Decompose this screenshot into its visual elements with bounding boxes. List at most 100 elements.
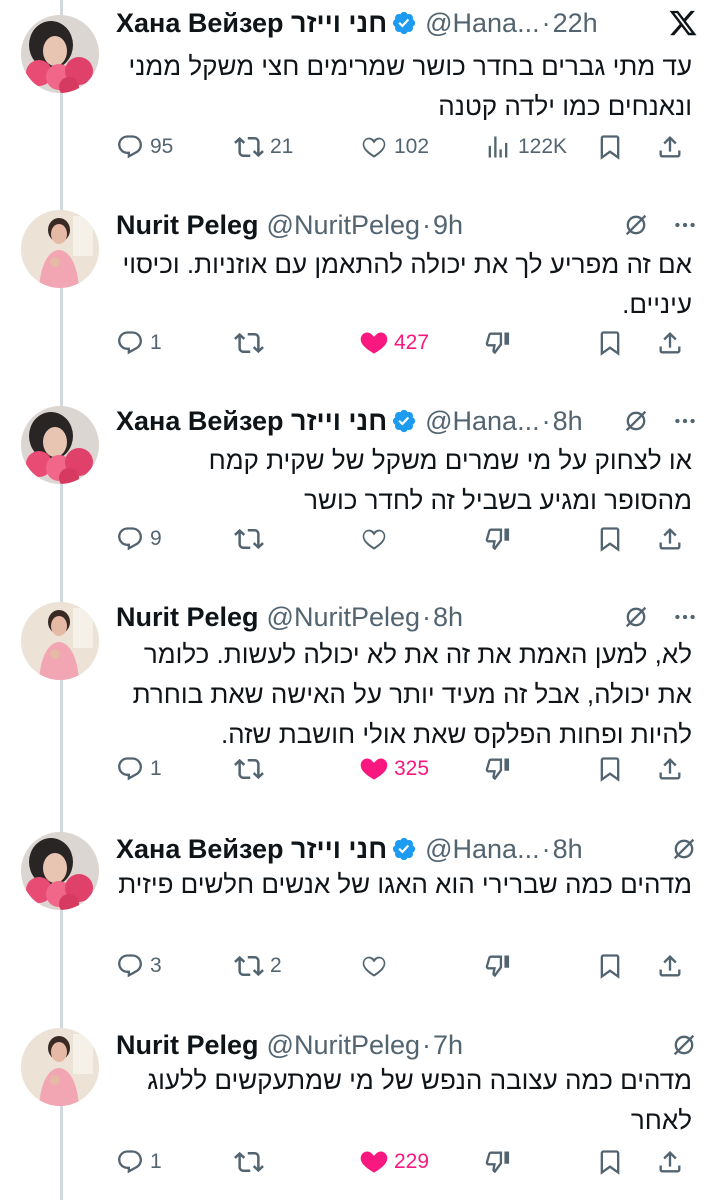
share-icon bbox=[659, 332, 681, 354]
reply-count: 3 bbox=[150, 954, 162, 977]
like-button[interactable] bbox=[360, 519, 394, 559]
share-icon bbox=[659, 758, 681, 780]
repost-button[interactable]: 2 bbox=[234, 946, 282, 986]
share-icon bbox=[659, 1151, 681, 1173]
repost-button[interactable] bbox=[234, 749, 270, 789]
author-handle[interactable]: @NuritPeleg bbox=[267, 1030, 420, 1061]
more-icon[interactable] bbox=[672, 212, 698, 238]
timestamp[interactable]: 8h bbox=[553, 834, 583, 865]
share-button[interactable] bbox=[656, 1142, 684, 1182]
avatar[interactable] bbox=[21, 15, 99, 93]
like-button[interactable] bbox=[360, 946, 394, 986]
reply-button[interactable]: 3 bbox=[116, 946, 162, 986]
reply-button[interactable]: 1 bbox=[116, 323, 162, 363]
like-button[interactable]: 229 bbox=[360, 1142, 429, 1182]
tweet-header: Nurit Peleg @NuritPeleg · 9h bbox=[116, 208, 698, 242]
author-handle[interactable]: @Hana... bbox=[425, 406, 539, 437]
reply-count: 1 bbox=[150, 1150, 162, 1173]
repost-button[interactable] bbox=[234, 1142, 270, 1182]
verified-badge-icon bbox=[391, 408, 417, 434]
bookmark-button[interactable] bbox=[596, 519, 624, 559]
reply-button[interactable]: 1 bbox=[116, 749, 162, 789]
author-handle[interactable]: @Hana... bbox=[425, 834, 539, 865]
share-button[interactable] bbox=[656, 946, 684, 986]
reply-button[interactable]: 95 bbox=[116, 127, 173, 167]
share-icon bbox=[659, 955, 681, 977]
share-button[interactable] bbox=[656, 323, 684, 363]
reply-button[interactable]: 9 bbox=[116, 519, 162, 559]
timestamp[interactable]: 8h bbox=[433, 602, 463, 633]
like-button[interactable]: 325 bbox=[360, 749, 429, 789]
bookmark-button[interactable] bbox=[596, 1142, 624, 1182]
separator: · bbox=[541, 405, 551, 436]
author-name[interactable]: Хана Вейзер חני וייזר bbox=[116, 406, 387, 437]
bookmark-button[interactable] bbox=[596, 127, 624, 167]
bookmark-button[interactable] bbox=[596, 323, 624, 363]
timestamp[interactable]: 8h bbox=[553, 406, 583, 437]
author-handle[interactable]: @NuritPeleg bbox=[267, 602, 420, 633]
separator: · bbox=[422, 601, 432, 632]
share-button[interactable] bbox=[656, 519, 684, 559]
views-button[interactable]: 122K bbox=[484, 127, 567, 167]
repost-icon bbox=[234, 528, 264, 550]
avatar[interactable] bbox=[21, 602, 99, 680]
reply-icon bbox=[118, 527, 142, 551]
reply-button[interactable]: 1 bbox=[116, 1142, 162, 1182]
grok-icon[interactable] bbox=[670, 835, 698, 863]
more-icon[interactable] bbox=[672, 408, 698, 434]
avatar[interactable] bbox=[21, 1028, 99, 1106]
tweet-header: Хана Вейзер חני וייזר @Hana... · 8h bbox=[116, 404, 698, 438]
like-count: 325 bbox=[394, 757, 430, 780]
grok-icon[interactable] bbox=[622, 407, 650, 435]
repost-button[interactable]: 21 bbox=[234, 127, 293, 167]
share-icon bbox=[659, 528, 681, 550]
grok-icon[interactable] bbox=[670, 1031, 698, 1059]
like-icon-filled bbox=[360, 758, 388, 780]
bookmark-button[interactable] bbox=[596, 749, 624, 789]
grok-icon[interactable] bbox=[622, 603, 650, 631]
repost-button[interactable] bbox=[234, 519, 270, 559]
avatar[interactable] bbox=[21, 832, 99, 910]
dislike-button[interactable] bbox=[484, 323, 512, 363]
avatar[interactable] bbox=[21, 406, 99, 484]
grok-icon[interactable] bbox=[622, 211, 650, 239]
author-name[interactable]: Nurit Peleg bbox=[116, 602, 259, 633]
repost-icon bbox=[234, 332, 264, 354]
repost-icon bbox=[234, 136, 264, 158]
like-button[interactable]: 102 bbox=[360, 127, 429, 167]
author-name[interactable]: Хана Вейзер חני וייזר bbox=[116, 834, 387, 865]
author-name[interactable]: Nurit Peleg bbox=[116, 210, 259, 241]
timestamp[interactable]: 7h bbox=[433, 1030, 463, 1061]
more-icon[interactable] bbox=[672, 604, 698, 630]
x-logo-icon[interactable] bbox=[668, 8, 698, 38]
share-button[interactable] bbox=[656, 127, 684, 167]
author-handle[interactable]: @Hana... bbox=[425, 8, 539, 39]
dislike-icon bbox=[485, 955, 510, 978]
timestamp[interactable]: 22h bbox=[553, 8, 598, 39]
author-name[interactable]: Nurit Peleg bbox=[116, 1030, 259, 1061]
author-handle[interactable]: @NuritPeleg bbox=[267, 210, 420, 241]
like-icon bbox=[362, 956, 386, 977]
timestamp[interactable]: 9h bbox=[433, 210, 463, 241]
tweet-header: Хана Вейзер חני וייזר @Hana... · 22h bbox=[116, 6, 698, 40]
reply-icon bbox=[118, 757, 142, 781]
bookmark-button[interactable] bbox=[596, 946, 624, 986]
author-name[interactable]: Хана Вейзер חני וייזר bbox=[116, 8, 387, 39]
dislike-button[interactable] bbox=[484, 749, 512, 789]
repost-button[interactable] bbox=[234, 323, 270, 363]
repost-icon bbox=[234, 1151, 264, 1173]
like-button[interactable]: 427 bbox=[360, 323, 429, 363]
dislike-icon bbox=[485, 1151, 510, 1174]
dislike-icon bbox=[485, 332, 510, 355]
dislike-button[interactable] bbox=[484, 519, 512, 559]
tweet-text: אם זה מפריע לך את יכולה להתאמן עם אוזניו… bbox=[122, 249, 692, 319]
like-icon-filled bbox=[360, 1151, 388, 1173]
like-count: 229 bbox=[394, 1150, 430, 1173]
share-button[interactable] bbox=[656, 749, 684, 789]
separator: · bbox=[422, 1029, 432, 1060]
dislike-button[interactable] bbox=[484, 946, 512, 986]
reply-icon bbox=[118, 135, 142, 159]
tweet-text: מדהים כמה עצובה הנפש של מי שמתעקשים ללעו… bbox=[147, 1065, 692, 1135]
dislike-button[interactable] bbox=[484, 1142, 512, 1182]
avatar[interactable] bbox=[21, 210, 99, 288]
